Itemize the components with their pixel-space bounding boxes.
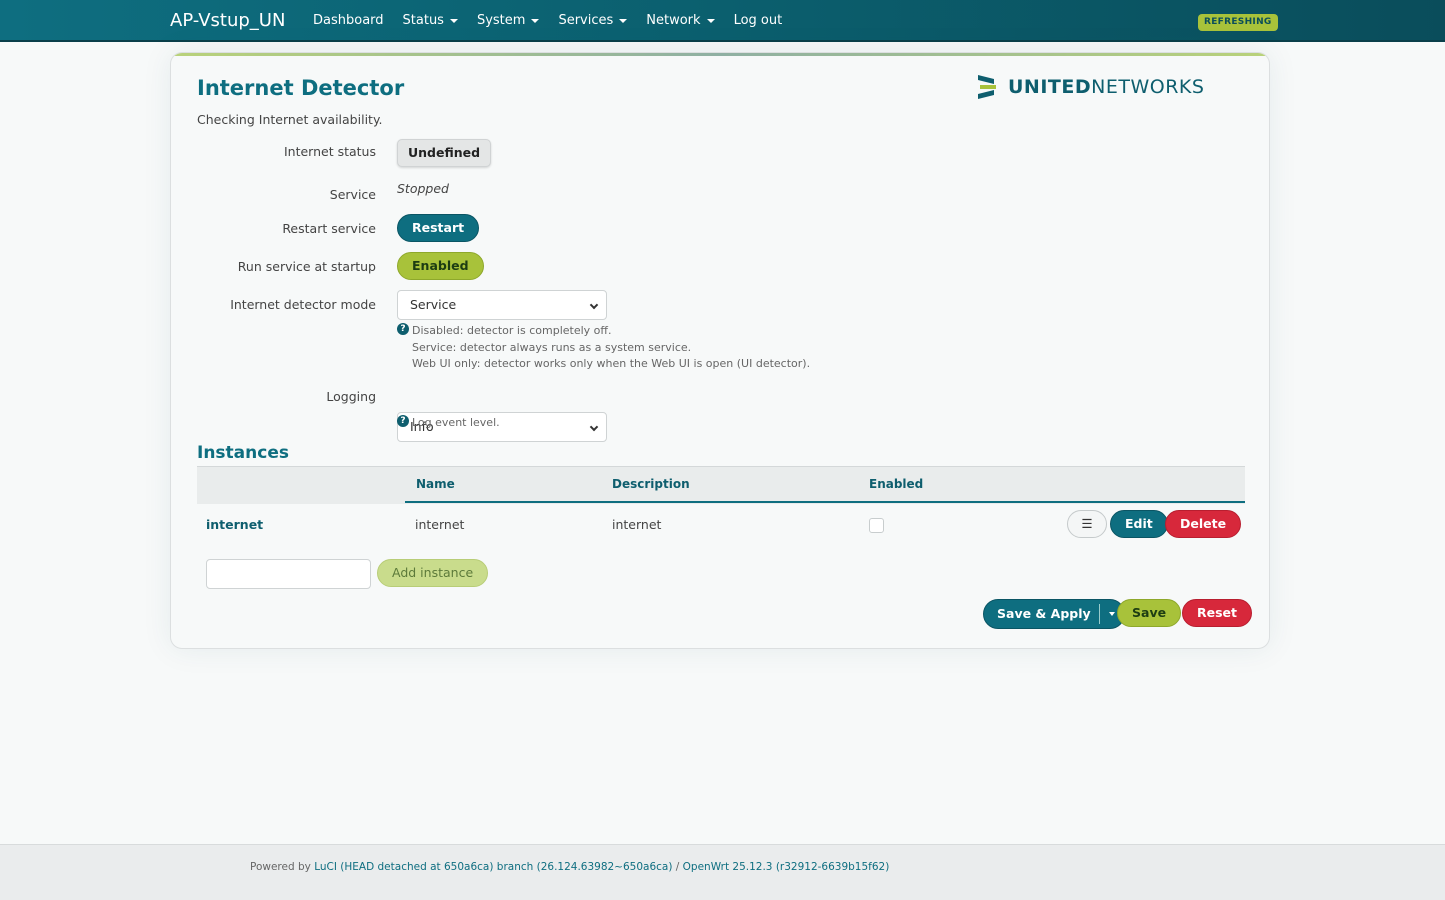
detector-mode-label: Internet detector mode [230,297,376,312]
save-apply-button[interactable]: Save & Apply [984,600,1099,628]
service-label: Service [329,187,376,202]
logging-help: Log event level. [412,416,500,429]
instance-name: internet [415,517,465,532]
nav-services[interactable]: Services [558,13,628,28]
top-navbar: AP-Vstup_UN Dashboard Status System Serv… [0,0,1445,42]
startup-label: Run service at startup [237,259,376,274]
table-header-underline [405,501,1245,503]
chevron-down-icon [531,18,540,23]
nav-status[interactable]: Status [403,13,458,28]
detector-mode-select[interactable]: Service [397,290,607,320]
instances-title: Instances [197,443,289,463]
nav-dashboard[interactable]: Dashboard [313,13,384,28]
logging-label: Logging [326,389,376,404]
page-description: Checking Internet availability. [197,112,383,127]
save-button[interactable]: Save [1117,599,1182,627]
footer-text: Powered by LuCI (HEAD detached at 650a6c… [250,861,890,873]
refreshing-indicator[interactable]: REFRESHING [1198,14,1278,31]
reset-button[interactable]: Reset [1182,599,1252,627]
nav-network[interactable]: Network [646,13,715,28]
column-header-name: Name [416,477,455,491]
internet-status-label: Internet status [283,144,376,159]
drag-menu-button[interactable]: ☰ [1067,510,1107,538]
chevron-down-icon [589,422,599,432]
nav-logout[interactable]: Log out [734,13,783,28]
add-instance-button[interactable]: Add instance [377,559,489,587]
restart-button[interactable]: Restart [397,214,480,242]
edit-button[interactable]: Edit [1110,510,1168,538]
column-header-enabled: Enabled [869,477,924,491]
nav-system[interactable]: System [477,13,540,28]
internet-status-badge[interactable]: Undefined [397,139,492,167]
delete-button[interactable]: Delete [1165,510,1242,538]
logo-mark-icon [978,75,996,99]
chevron-down-icon [706,18,715,23]
startup-enabled-button[interactable]: Enabled [397,252,484,280]
instances-table-header [197,466,1245,504]
restart-service-label: Restart service [282,221,376,236]
instance-section-name: internet [206,517,264,532]
column-header-description: Description [612,477,690,491]
new-instance-input[interactable] [206,559,371,589]
openwrt-link[interactable]: OpenWrt 25.12.3 (r32912-6639b15f62) [683,861,890,873]
main-nav: Dashboard Status System Services Network… [313,13,801,28]
chevron-down-icon [449,18,458,23]
instance-description: internet [612,517,662,532]
chevron-down-icon [619,18,628,23]
logo-text: UNITEDNETWORKS [1008,76,1205,98]
help-icon: ? [397,323,409,335]
save-apply-split-button[interactable]: Save & Apply [983,599,1125,629]
instance-enabled-checkbox[interactable] [869,518,884,533]
service-state: Stopped [397,181,449,196]
luci-link[interactable]: LuCI (HEAD detached at 650a6ca) branch (… [314,861,672,873]
page-title: Internet Detector [197,76,405,100]
page-footer: Powered by LuCI (HEAD detached at 650a6c… [0,844,1445,900]
card-accent-line [171,53,1269,56]
chevron-down-icon [589,300,599,310]
detector-mode-help: Disabled: detector is completely off. Se… [412,324,811,370]
help-icon: ? [397,415,409,427]
main-card: Internet Detector Checking Internet avai… [170,52,1270,649]
united-networks-logo: UNITEDNETWORKS [976,73,1204,101]
brand-hostname[interactable]: AP-Vstup_UN [170,10,285,31]
